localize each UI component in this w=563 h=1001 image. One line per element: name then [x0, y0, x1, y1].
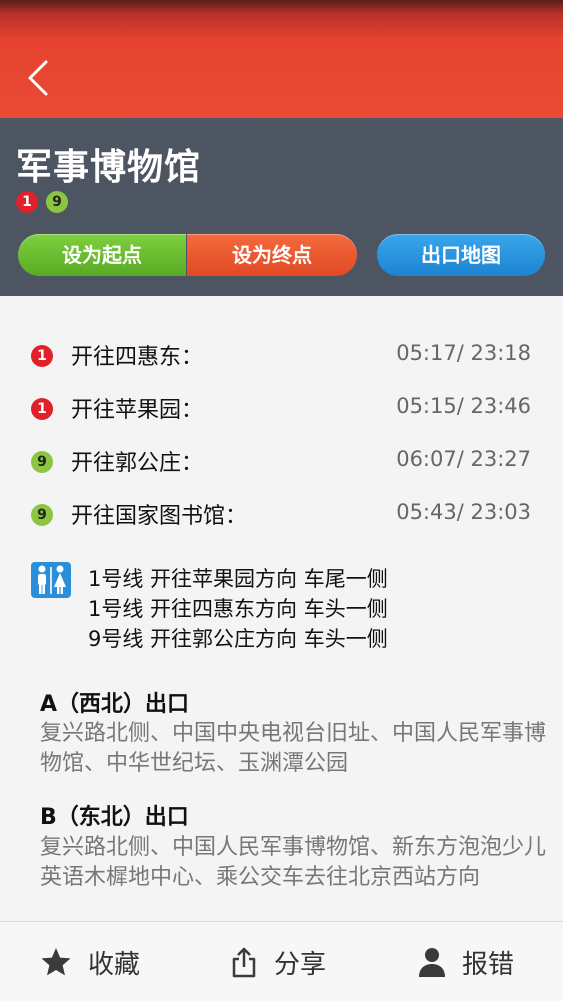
report-error-label: 报错 [462, 950, 515, 980]
schedule-row: 1 开往四惠东： 05:17/ 23:18 [0, 336, 563, 376]
exit-b-title: B（东北）出口 [40, 805, 189, 830]
schedule-time: 05:15/ 23:46 [396, 394, 531, 418]
exit-map-button[interactable]: 出口地图 [377, 234, 545, 276]
top-bar [0, 0, 563, 118]
line-9-badge: 9 [31, 504, 53, 526]
schedule-row: 9 开往国家图书馆： 05:43/ 23:03 [0, 495, 563, 535]
schedule-time: 05:17/ 23:18 [396, 341, 531, 365]
favorite-label: 收藏 [88, 950, 141, 980]
schedule-direction: 开往国家图书馆： [71, 504, 248, 529]
bottom-action-bar: 收藏 分享 报错 [0, 921, 563, 1001]
schedule-direction: 开往四惠东： [71, 345, 204, 370]
schedule-direction: 开往郭公庄： [71, 451, 204, 476]
exit-a-title: A（西北）出口 [40, 692, 190, 717]
exit-b-description: 复兴路北侧、中国人民军事博物馆、新东方泡泡少儿英语木樨地中心、乘公交车去往北京西… [40, 835, 547, 890]
schedule-time: 05:43/ 23:03 [396, 500, 531, 524]
line-9-badge: 9 [46, 191, 68, 213]
set-end-button[interactable]: 设为终点 [187, 234, 357, 276]
back-arrow-icon[interactable] [22, 58, 56, 98]
favorite-button[interactable]: 收藏 [38, 922, 158, 1001]
report-error-button[interactable]: 报错 [414, 922, 534, 1001]
restroom-location: 1号线 开往四惠东方向 车头一侧 [88, 597, 388, 621]
exit-a-description: 复兴路北侧、中国中央电视台旧址、中国人民军事博物馆、中华世纪坛、玉渊潭公园 [40, 721, 547, 776]
star-icon [41, 948, 71, 976]
station-title: 军事博物馆 [16, 147, 202, 188]
line-1-badge: 1 [16, 191, 38, 213]
schedule-row: 1 开往苹果园： 05:15/ 23:46 [0, 389, 563, 429]
schedule-row: 9 开往郭公庄： 06:07/ 23:27 [0, 442, 563, 482]
user-icon [419, 948, 445, 977]
restroom-location: 9号线 开往郭公庄方向 车头一侧 [88, 627, 388, 651]
station-details: 1 开往四惠东： 05:17/ 23:18 1 开往苹果园： 05:15/ 23… [0, 296, 563, 921]
restroom-location: 1号线 开往苹果园方向 车尾一侧 [88, 567, 388, 591]
station-header: 军事博物馆 1 9 设为起点 设为终点 出口地图 [0, 118, 563, 296]
set-start-button[interactable]: 设为起点 [18, 234, 186, 276]
restroom-icon [31, 562, 71, 598]
share-label: 分享 [274, 950, 327, 980]
line-9-badge: 9 [31, 451, 53, 473]
line-1-badge: 1 [31, 398, 53, 420]
share-icon [232, 947, 256, 978]
line-1-badge: 1 [31, 345, 53, 367]
schedule-time: 06:07/ 23:27 [396, 447, 531, 471]
share-button[interactable]: 分享 [226, 922, 346, 1001]
schedule-direction: 开往苹果园： [71, 398, 204, 423]
